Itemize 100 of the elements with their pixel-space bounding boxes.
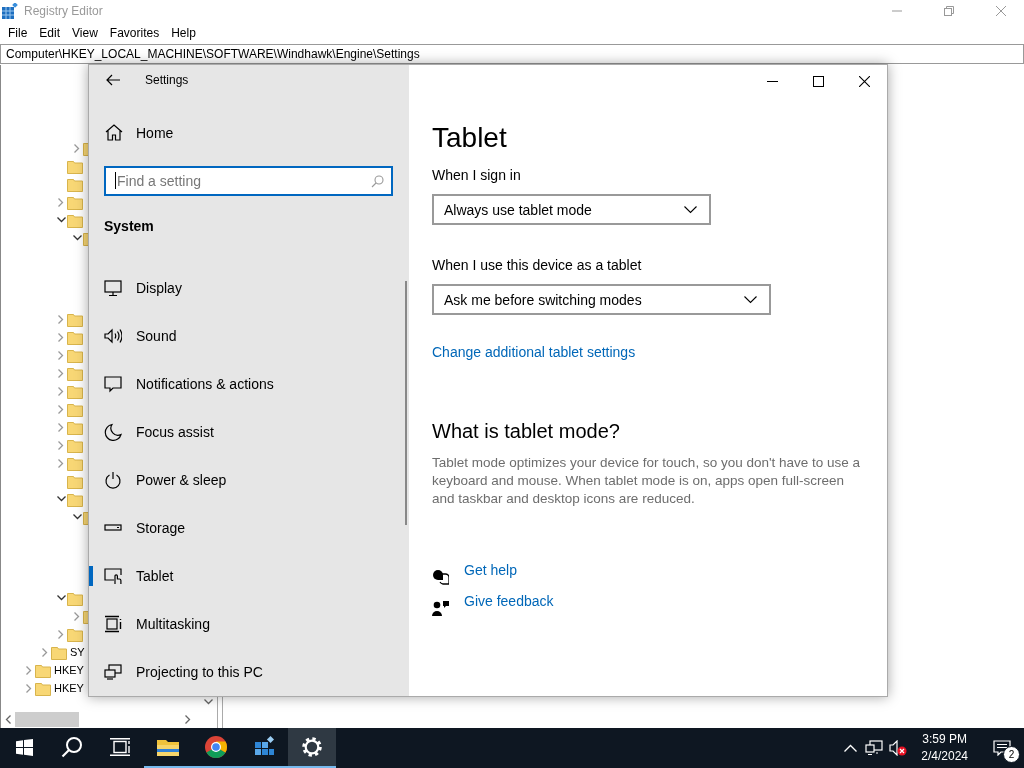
- taskbar-app[interactable]: [288, 728, 336, 768]
- nav-item[interactable]: Power & sleep: [89, 456, 409, 504]
- chevron-right-icon[interactable]: [58, 314, 64, 324]
- scroll-right-icon[interactable]: [185, 715, 191, 724]
- window-title: Registry Editor: [24, 4, 104, 18]
- nav-item[interactable]: Notifications & actions: [89, 360, 409, 408]
- menu-item[interactable]: File: [2, 25, 34, 40]
- screens-icon: [104, 663, 122, 681]
- folder-icon: [67, 383, 83, 399]
- folder-icon: [35, 680, 51, 696]
- search-icon: [61, 736, 83, 758]
- folder-icon: [67, 401, 83, 417]
- menu-item[interactable]: View: [66, 25, 104, 40]
- back-arrow-icon: [106, 74, 120, 86]
- tree-item[interactable]: HKEY: [54, 682, 84, 694]
- address-bar[interactable]: Computer\HKEY_LOCAL_MACHINE\SOFTWARE\Windhawk\Engine\Settings: [0, 44, 1024, 64]
- person-feedback-icon: [432, 600, 449, 617]
- scrollbar-thumb[interactable]: [15, 712, 79, 727]
- speaker-muted-icon: [889, 740, 908, 756]
- chevron-down-icon: [744, 295, 757, 304]
- folder-icon: [67, 437, 83, 453]
- folder-icon: [67, 626, 83, 642]
- gear-icon: [299, 734, 325, 760]
- nav-item[interactable]: Tablet: [89, 552, 409, 600]
- section-heading: What is tablet mode?: [432, 420, 621, 444]
- search-field[interactable]: Find a setting: [104, 166, 393, 197]
- chevron-right-icon[interactable]: [42, 647, 48, 657]
- chevron-down-icon[interactable]: [56, 217, 66, 223]
- close-icon: [996, 6, 1006, 16]
- help-link[interactable]: Give feedback: [464, 593, 554, 609]
- chevron-right-icon[interactable]: [58, 350, 64, 360]
- message-icon: [993, 740, 1011, 756]
- folder-icon: [67, 176, 83, 192]
- chevron-right-icon[interactable]: [26, 683, 32, 693]
- nav-item[interactable]: Multitasking: [89, 600, 409, 648]
- chevron-right-icon[interactable]: [58, 458, 64, 468]
- window-title: Settings: [145, 73, 189, 87]
- chevron-right-icon[interactable]: [58, 629, 64, 639]
- scroll-left-icon[interactable]: [5, 715, 11, 724]
- chevron-right-icon[interactable]: [58, 332, 64, 342]
- text-cursor: [115, 172, 116, 190]
- nav-item[interactable]: Projecting to this PC: [89, 648, 409, 696]
- chevron-down-icon[interactable]: [72, 514, 82, 520]
- menu-item[interactable]: Favorites: [103, 25, 166, 40]
- chevron-right-icon[interactable]: [74, 143, 80, 153]
- field-label: When I sign in: [432, 167, 522, 185]
- back-button[interactable]: [106, 74, 120, 86]
- chevron-right-icon[interactable]: [74, 611, 80, 621]
- speaker-icon: [104, 327, 122, 345]
- chevron-down-icon: [684, 205, 697, 214]
- nav-item[interactable]: Focus assist: [89, 408, 409, 456]
- tablet-icon: [104, 567, 122, 585]
- tree-item[interactable]: HKEY: [54, 664, 84, 676]
- chevron-right-icon[interactable]: [58, 368, 64, 378]
- notification-badge: 2: [1003, 746, 1020, 763]
- search-icon: [371, 175, 384, 189]
- monitor-icon: [104, 279, 122, 297]
- page-title: Tablet: [432, 121, 508, 155]
- folder-icon: [67, 590, 83, 606]
- folder-icon: [67, 212, 83, 228]
- volume-button[interactable]: [889, 740, 908, 756]
- chevron-down-icon[interactable]: [56, 496, 66, 502]
- scrollbar[interactable]: [405, 281, 407, 525]
- folder-icon: [67, 365, 83, 381]
- chevron-right-icon[interactable]: [58, 386, 64, 396]
- chevron-right-icon[interactable]: [58, 404, 64, 414]
- clock[interactable]: 3:59 PM 2/4/2024: [913, 731, 976, 765]
- folder-icon: [67, 455, 83, 471]
- task-view-icon: [110, 738, 130, 756]
- settings-link[interactable]: Change additional tablet settings: [432, 344, 636, 360]
- folder-icon: [67, 311, 83, 327]
- message-icon: [104, 375, 122, 393]
- nav-item[interactable]: Sound: [89, 312, 409, 360]
- folder-icon: [67, 419, 83, 435]
- menu-item[interactable]: Edit: [33, 25, 67, 40]
- help-link[interactable]: Get help: [464, 562, 517, 578]
- nav-item[interactable]: Display: [89, 264, 409, 312]
- menu-item[interactable]: Help: [165, 25, 202, 40]
- tree-item[interactable]: SY: [70, 646, 85, 658]
- chevron-right-icon[interactable]: [58, 422, 64, 432]
- home-link[interactable]: Home: [89, 94, 409, 143]
- chevron-down-icon[interactable]: [72, 235, 82, 241]
- chevron-right-icon[interactable]: [58, 197, 64, 207]
- dropdown[interactable]: Ask me before switching modes: [432, 284, 771, 315]
- chevron-down-icon[interactable]: [56, 595, 66, 601]
- nav-item[interactable]: Storage: [89, 504, 409, 552]
- dropdown[interactable]: Always use tablet mode: [432, 194, 711, 225]
- notification-button[interactable]: 2: [980, 728, 1024, 768]
- folder-icon: [67, 194, 83, 210]
- chevron-right-icon[interactable]: [58, 440, 64, 450]
- registry-icon: [2, 3, 18, 19]
- help-chat-icon: [432, 569, 449, 586]
- windows-logo-icon: [15, 738, 33, 756]
- browser-icon: [203, 734, 229, 760]
- chevron-up-icon: [843, 744, 857, 752]
- close-icon: [858, 75, 870, 87]
- chevron-right-icon[interactable]: [26, 665, 32, 675]
- scroll-down-icon[interactable]: [204, 699, 213, 705]
- network-button[interactable]: [865, 740, 884, 756]
- folder-icon: [51, 644, 67, 660]
